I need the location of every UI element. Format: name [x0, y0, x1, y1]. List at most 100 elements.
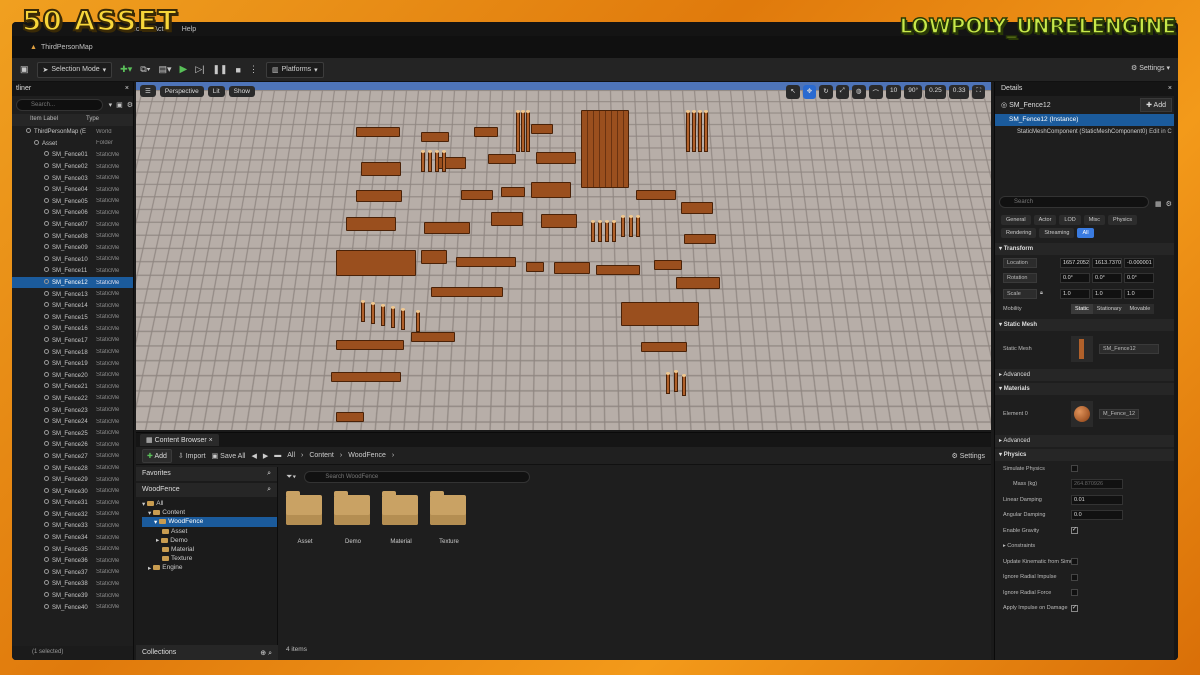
fence-post-mesh[interactable]	[682, 376, 686, 396]
menu-help[interactable]: Help	[182, 26, 196, 33]
tree-material[interactable]: Material	[142, 545, 277, 554]
fence-mesh[interactable]	[501, 187, 525, 197]
object-name[interactable]: SM_Fence12	[1009, 102, 1051, 109]
fence-mesh[interactable]	[421, 250, 447, 264]
outliner-row[interactable]: SM_Fence34 StaticMe	[12, 532, 133, 544]
outliner-row[interactable]: SM_Fence38 StaticMe	[12, 578, 133, 590]
favorites-header[interactable]: Favorites ⌕	[136, 467, 277, 481]
fence-post-mesh[interactable]	[521, 112, 525, 152]
outliner-row[interactable]: SM_Fence01 StaticMe	[12, 149, 133, 161]
outliner-row[interactable]: SM_Fence35 StaticMe	[12, 543, 133, 555]
fence-post-mesh[interactable]	[591, 222, 595, 242]
outliner-row[interactable]: SM_Fence06 StaticMe	[12, 207, 133, 219]
outliner-row[interactable]: SM_Fence03 StaticMe	[12, 172, 133, 184]
location-x[interactable]: 1657.20524	[1060, 258, 1090, 268]
outliner-row[interactable]: SM_Fence37 StaticMe	[12, 567, 133, 579]
fence-mesh[interactable]	[336, 250, 416, 276]
kinematic-checkbox[interactable]	[1071, 558, 1078, 565]
fence-mesh[interactable]	[461, 190, 493, 200]
mass-field[interactable]: 264.870926	[1071, 479, 1123, 489]
show-button[interactable]: Show	[229, 86, 255, 97]
constraints-row[interactable]: ▸ Constraints	[995, 539, 1178, 555]
outliner-row[interactable]: SM_Fence11 StaticMe	[12, 265, 133, 277]
tab-all[interactable]: All	[1077, 228, 1093, 238]
location-y[interactable]: 1613.73708	[1092, 258, 1122, 268]
fence-post-mesh[interactable]	[516, 112, 520, 152]
simulate-checkbox[interactable]	[1071, 465, 1078, 472]
folder-demo[interactable]: Demo	[334, 495, 372, 545]
outliner-row[interactable]: SM_Fence28 StaticMe	[12, 462, 133, 474]
cinematics-icon[interactable]: ▤▾	[158, 64, 171, 75]
edit-in-cpp-link[interactable]: Edit in C	[1149, 129, 1172, 135]
fence-mesh[interactable]	[424, 222, 470, 234]
fence-mesh[interactable]	[541, 214, 577, 228]
fence-post-mesh[interactable]	[686, 112, 690, 152]
outliner-row[interactable]: SM_Fence32 StaticMe	[12, 509, 133, 521]
blueprint-icon[interactable]: ⧉▾	[140, 64, 150, 75]
folder-texture[interactable]: Texture	[430, 495, 468, 545]
outliner-row[interactable]: SM_Fence23 StaticMe	[12, 404, 133, 416]
breadcrumb-woodfence[interactable]: WoodFence	[348, 452, 386, 459]
fence-post-mesh[interactable]	[428, 152, 432, 172]
fence-mesh[interactable]	[436, 157, 466, 169]
gear-icon[interactable]: ⚙	[127, 101, 133, 109]
fence-mesh[interactable]	[526, 262, 544, 272]
fence-post-mesh[interactable]	[361, 302, 365, 322]
fence-mesh[interactable]	[681, 202, 713, 214]
selection-mode-button[interactable]: ➤ Selection Mode ▾	[37, 62, 113, 78]
mobility-movable[interactable]: Movable	[1126, 304, 1155, 314]
stop-icon[interactable]: ■	[236, 65, 241, 75]
close-icon[interactable]: ×	[1168, 85, 1172, 93]
add-folder-icon[interactable]: ▣	[116, 101, 123, 109]
tab-actor[interactable]: Actor	[1034, 215, 1057, 225]
fence-mesh[interactable]	[596, 265, 640, 275]
fence-mesh[interactable]	[456, 257, 516, 267]
fence-post-mesh[interactable]	[612, 222, 616, 242]
component-row[interactable]: StaticMeshComponent (StaticMeshComponent…	[995, 126, 1178, 140]
tree-demo[interactable]: ▸ Demo	[142, 536, 277, 545]
fence-gate-mesh[interactable]	[581, 110, 629, 188]
scale-y[interactable]: 1.0	[1092, 289, 1122, 299]
outliner-row[interactable]: SM_Fence36 StaticMe	[12, 555, 133, 567]
fence-mesh[interactable]	[641, 342, 687, 352]
outliner-row[interactable]: SM_Fence20 StaticMe	[12, 369, 133, 381]
play-icon[interactable]: ▶	[179, 64, 187, 75]
close-icon[interactable]: ×	[125, 85, 129, 93]
lock-icon[interactable]: 🔒︎	[1040, 290, 1060, 297]
outliner-row[interactable]: SM_Fence21 StaticMe	[12, 381, 133, 393]
tree-engine[interactable]: ▸ Engine	[142, 563, 277, 572]
rotation-dropdown[interactable]: Rotation	[1003, 273, 1037, 283]
pause-icon[interactable]: ❚❚	[212, 64, 227, 75]
outliner-row[interactable]: SM_Fence17 StaticMe	[12, 335, 133, 347]
scale-dropdown[interactable]: Scale	[1003, 289, 1037, 299]
content-browser-tab[interactable]: ▦ Content Browser ×	[140, 434, 219, 446]
fence-mesh[interactable]	[361, 162, 401, 176]
fence-mesh[interactable]	[421, 132, 449, 142]
fence-post-mesh[interactable]	[435, 152, 439, 172]
fence-mesh[interactable]	[654, 260, 682, 270]
outliner-row[interactable]: SM_Fence16 StaticMe	[12, 323, 133, 335]
fence-post-mesh[interactable]	[371, 304, 375, 324]
settings-button[interactable]: ⚙ Settings ▾	[1131, 64, 1170, 72]
fence-post-mesh[interactable]	[704, 112, 708, 152]
tab-lod[interactable]: LOD	[1059, 215, 1080, 225]
fence-mesh[interactable]	[346, 217, 396, 231]
fence-mesh[interactable]	[676, 277, 720, 289]
outliner-world-row[interactable]: ThirdPersonMap (E World	[12, 126, 133, 138]
linear-damping-field[interactable]: 0.01	[1071, 495, 1123, 505]
outliner-search-input[interactable]: Search...	[16, 99, 103, 111]
fence-mesh[interactable]	[621, 302, 699, 326]
materials-section[interactable]: ▾ Materials	[995, 383, 1178, 395]
import-button[interactable]: ⇩ Import	[178, 452, 206, 460]
fence-post-mesh[interactable]	[636, 217, 640, 237]
outliner-row[interactable]: SM_Fence26 StaticMe	[12, 439, 133, 451]
map-tab[interactable]: ▲ ThirdPersonMap	[30, 44, 93, 51]
tab-streaming[interactable]: Streaming	[1039, 228, 1074, 238]
tab-physics[interactable]: Physics	[1108, 215, 1137, 225]
fence-mesh[interactable]	[431, 287, 503, 297]
search-icon[interactable]: ⌕	[267, 470, 271, 478]
scale-z[interactable]: 1.0	[1124, 289, 1154, 299]
save-icon[interactable]: ▣	[20, 64, 29, 75]
outliner-row[interactable]: SM_Fence14 StaticMe	[12, 300, 133, 312]
outliner-row[interactable]: SM_Fence27 StaticMe	[12, 451, 133, 463]
